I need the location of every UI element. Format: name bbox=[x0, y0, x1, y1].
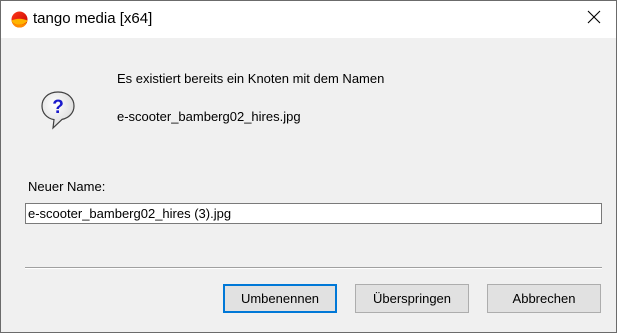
new-name-label: Neuer Name: bbox=[28, 179, 106, 194]
dialog-content: ? Es existiert bereits ein Knoten mit de… bbox=[1, 38, 616, 332]
existing-filename: e-scooter_bamberg02_hires.jpg bbox=[117, 109, 301, 124]
skip-button[interactable]: Überspringen bbox=[355, 284, 469, 313]
window-title: tango media [x64] bbox=[33, 10, 153, 27]
message-line-1: Es existiert bereits ein Knoten mit dem … bbox=[117, 71, 385, 86]
new-name-input[interactable] bbox=[25, 203, 602, 224]
question-icon: ? bbox=[40, 90, 76, 130]
close-button[interactable] bbox=[572, 1, 616, 38]
svg-text:?: ? bbox=[52, 97, 64, 118]
rename-button[interactable]: Umbenennen bbox=[223, 284, 337, 313]
close-icon bbox=[587, 10, 601, 29]
dialog-window: tango media [x64] ? Es existiert bereits… bbox=[0, 0, 617, 333]
title-bar[interactable]: tango media [x64] bbox=[1, 1, 616, 38]
separator bbox=[25, 267, 602, 269]
cancel-button[interactable]: Abbrechen bbox=[487, 284, 601, 313]
tango-media-logo-icon bbox=[11, 11, 28, 28]
